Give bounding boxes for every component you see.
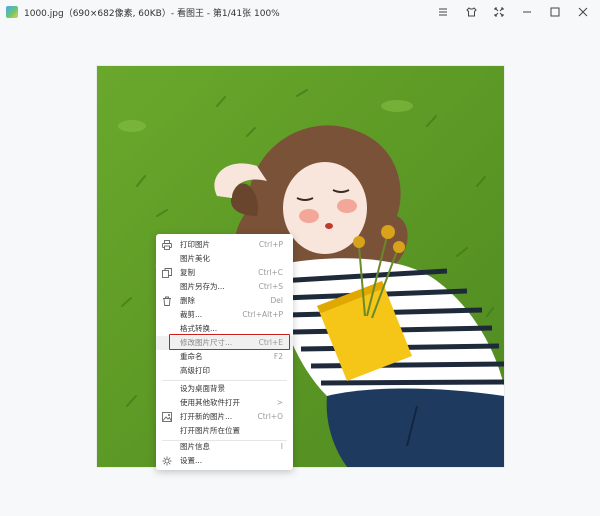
menu-item-label: 打开新的图片... (180, 412, 233, 421)
menu-item-shortcut: Del (270, 296, 283, 305)
menu-item-copy[interactable]: 复制 Ctrl+C (156, 266, 293, 280)
fullscreen-icon[interactable] (492, 5, 506, 19)
menu-item-print[interactable]: 打印图片 Ctrl+P (156, 238, 293, 252)
menu-item-open-with[interactable]: 使用其他软件打开 > (156, 396, 293, 410)
app-logo-icon (6, 6, 18, 18)
close-icon[interactable] (576, 5, 590, 19)
menu-item-image-info[interactable]: 图片信息 I (156, 440, 293, 454)
menu-item-label: 重命名 (180, 352, 203, 361)
menu-item-shortcut: Ctrl+C (258, 268, 283, 277)
menu-item-label: 图片信息 (180, 442, 210, 451)
menu-item-label: 格式转换... (180, 324, 218, 333)
chevron-right-icon: > (276, 398, 283, 407)
window-title: 1000.jpg（690×682像素, 60KB）- 看图王 - 第1/41张 … (24, 8, 280, 19)
context-menu: 打印图片 Ctrl+P 图片美化 复制 Ctrl+C 图片另存为... Ctrl… (156, 234, 293, 470)
menu-separator (162, 380, 287, 381)
menu-item-label: 复制 (180, 268, 195, 277)
menu-item-label: 删除 (180, 296, 195, 305)
menu-item-crop[interactable]: 裁剪... Ctrl+Alt+P (156, 308, 293, 322)
menu-item-rename[interactable]: 重命名 F2 (156, 350, 293, 364)
skin-icon[interactable] (464, 5, 478, 19)
menu-item-shortcut: Ctrl+S (258, 282, 283, 291)
menu-item-set-wallpaper[interactable]: 设为桌面背景 (156, 382, 293, 396)
printer-icon (162, 240, 172, 250)
minimize-icon[interactable] (520, 5, 534, 19)
menu-item-open-location[interactable]: 打开图片所在位置 (156, 424, 293, 438)
menu-item-shortcut: I (280, 442, 283, 451)
menu-item-label: 打印图片 (180, 240, 210, 249)
menu-item-save-as[interactable]: 图片另存为... Ctrl+S (156, 280, 293, 294)
highlight-box (169, 334, 290, 350)
menu-item-beautify[interactable]: 图片美化 (156, 252, 293, 266)
menu-item-shortcut: F2 (273, 352, 283, 361)
menu-item-label: 高级打印 (180, 366, 210, 375)
trash-icon (162, 296, 172, 306)
menu-item-label: 设置... (180, 456, 203, 465)
menu-item-label: 打开图片所在位置 (180, 426, 240, 435)
menu-item-label: 裁剪... (180, 310, 203, 319)
menu-item-label: 使用其他软件打开 (180, 398, 240, 407)
copy-icon (162, 268, 172, 278)
maximize-icon[interactable] (548, 5, 562, 19)
menu-item-label: 图片美化 (180, 254, 210, 263)
menu-item-open-new-image[interactable]: 打开新的图片... Ctrl+O (156, 410, 293, 424)
menu-item-shortcut: Ctrl+O (257, 412, 283, 421)
menu-item-delete[interactable]: 删除 Del (156, 294, 293, 308)
menu-item-settings[interactable]: 设置... (156, 454, 293, 468)
menu-item-advanced-print[interactable]: 高级打印 (156, 364, 293, 378)
menu-item-label: 设为桌面背景 (180, 384, 225, 393)
open-image-icon (162, 412, 172, 422)
menu-item-shortcut: Ctrl+Alt+P (242, 310, 283, 319)
menu-item-label: 图片另存为... (180, 282, 225, 291)
menu-item-shortcut: Ctrl+P (258, 240, 283, 249)
menu-icon[interactable] (436, 5, 450, 19)
window-controls (436, 0, 590, 24)
gear-icon (162, 456, 172, 466)
title-bar: 1000.jpg（690×682像素, 60KB）- 看图王 - 第1/41张 … (0, 0, 600, 24)
